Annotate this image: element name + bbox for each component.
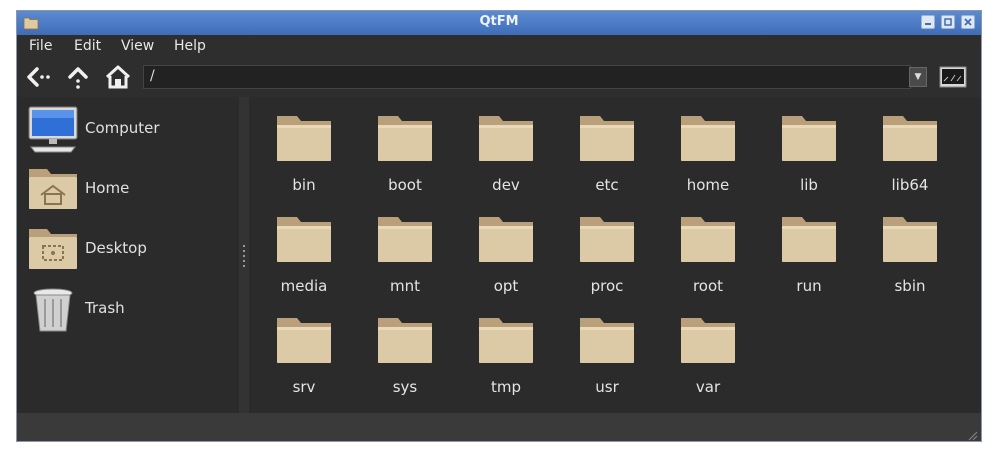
folder-icon — [378, 116, 432, 161]
computer-icon — [27, 105, 79, 155]
folder-label: bin — [292, 176, 316, 194]
sidebar-item-label: Trash — [85, 299, 125, 317]
folder-item[interactable]: srv — [264, 306, 344, 396]
folder-label: proc — [590, 277, 624, 295]
folder-label: usr — [595, 378, 619, 396]
folder-icon — [782, 217, 836, 262]
menu-file[interactable]: File — [29, 38, 52, 54]
sidebar-item-label: Computer — [85, 119, 160, 137]
folder-item[interactable]: var — [668, 306, 748, 396]
sidebar-item-desktop[interactable]: Desktop — [27, 225, 227, 275]
folder-item[interactable]: home — [668, 104, 748, 194]
folder-icon — [277, 217, 331, 262]
folder-item[interactable]: usr — [567, 306, 647, 396]
folder-icon — [479, 217, 533, 262]
folder-label: boot — [388, 176, 422, 194]
minimize-icon — [925, 23, 931, 25]
folder-label: var — [695, 378, 721, 396]
sidebar-item-home[interactable]: Home — [27, 165, 227, 215]
folder-label: srv — [292, 378, 316, 396]
folder-item[interactable]: media — [264, 205, 344, 295]
folder-item[interactable]: bin — [264, 104, 344, 194]
folder-label: sys — [392, 378, 418, 396]
folder-item[interactable]: opt — [466, 205, 546, 295]
folder-item[interactable]: lib — [769, 104, 849, 194]
maximize-button[interactable] — [941, 15, 955, 29]
folder-icon — [580, 217, 634, 262]
folder-icon — [681, 116, 735, 161]
folder-label: sbin — [894, 277, 926, 295]
status-bar — [17, 413, 981, 441]
home-icon[interactable] — [105, 65, 131, 89]
menu-help[interactable]: Help — [174, 38, 206, 54]
folder-icon — [580, 116, 634, 161]
folder-label: etc — [595, 176, 619, 194]
folder-label: lib64 — [891, 176, 929, 194]
folder-icon — [580, 318, 634, 363]
path-input[interactable]: / — [143, 65, 911, 89]
folder-item[interactable]: root — [668, 205, 748, 295]
folder-label: tmp — [490, 378, 521, 396]
folder-icon — [883, 217, 937, 262]
folder-grid: bin boot dev etc home lib lib64 media mnt opt proc… — [249, 97, 981, 413]
folder-item[interactable]: proc — [567, 205, 647, 295]
close-icon — [964, 18, 972, 26]
trash-icon — [27, 285, 79, 335]
folder-label: media — [280, 277, 328, 295]
folder-label: run — [796, 277, 822, 295]
title-bar[interactable]: QtFM — [17, 11, 981, 35]
folder-icon — [277, 116, 331, 161]
folder-icon — [479, 318, 533, 363]
sidebar-item-label: Home — [85, 179, 130, 197]
folder-item[interactable]: lib64 — [870, 104, 950, 194]
terminal-icon[interactable] — [939, 66, 967, 88]
folder-icon — [883, 116, 937, 161]
maximize-icon — [944, 18, 952, 26]
home-folder-icon — [27, 165, 79, 215]
menu-bar: File Edit View Help — [17, 35, 981, 57]
folder-label: mnt — [390, 277, 420, 295]
minimize-button[interactable] — [921, 15, 935, 29]
sidebar: Computer Home Desktop Trash — [17, 97, 239, 413]
folder-item[interactable]: sbin — [870, 205, 950, 295]
folder-icon — [378, 217, 432, 262]
sidebar-item-trash[interactable]: Trash — [27, 285, 227, 335]
folder-icon — [681, 318, 735, 363]
folder-label: dev — [492, 176, 520, 194]
folder-item[interactable]: mnt — [365, 205, 445, 295]
sidebar-item-computer[interactable]: Computer — [27, 105, 227, 155]
folder-icon — [479, 116, 533, 161]
folder-label: home — [686, 176, 730, 194]
folder-item[interactable]: tmp — [466, 306, 546, 396]
chevron-down-icon: ▼ — [914, 72, 922, 82]
menu-edit[interactable]: Edit — [74, 38, 101, 54]
folder-icon — [681, 217, 735, 262]
qtfm-window: QtFM File Edit View Help / ▼ Computer Ho… — [16, 10, 982, 442]
back-arrow-icon[interactable] — [25, 65, 51, 89]
folder-item[interactable]: dev — [466, 104, 546, 194]
folder-icon — [277, 318, 331, 363]
desktop-folder-icon — [27, 225, 79, 275]
path-history-dropdown[interactable]: ▼ — [909, 67, 927, 87]
folder-label: opt — [493, 277, 519, 295]
window-title: QtFM — [479, 14, 519, 29]
close-button[interactable] — [961, 15, 975, 29]
toolbar: / ▼ — [17, 57, 981, 97]
folder-item[interactable]: run — [769, 205, 849, 295]
menu-view[interactable]: View — [121, 38, 154, 54]
sidebar-splitter-handle[interactable] — [239, 97, 249, 413]
folder-item[interactable]: sys — [365, 306, 445, 396]
folder-icon — [378, 318, 432, 363]
sidebar-item-label: Desktop — [85, 239, 147, 257]
up-arrow-icon[interactable] — [65, 65, 91, 89]
folder-item[interactable]: etc — [567, 104, 647, 194]
folder-icon — [782, 116, 836, 161]
resize-grip-icon[interactable] — [966, 426, 978, 441]
folder-item[interactable]: boot — [365, 104, 445, 194]
folder-label: lib — [800, 176, 818, 194]
folder-label: root — [692, 277, 724, 295]
